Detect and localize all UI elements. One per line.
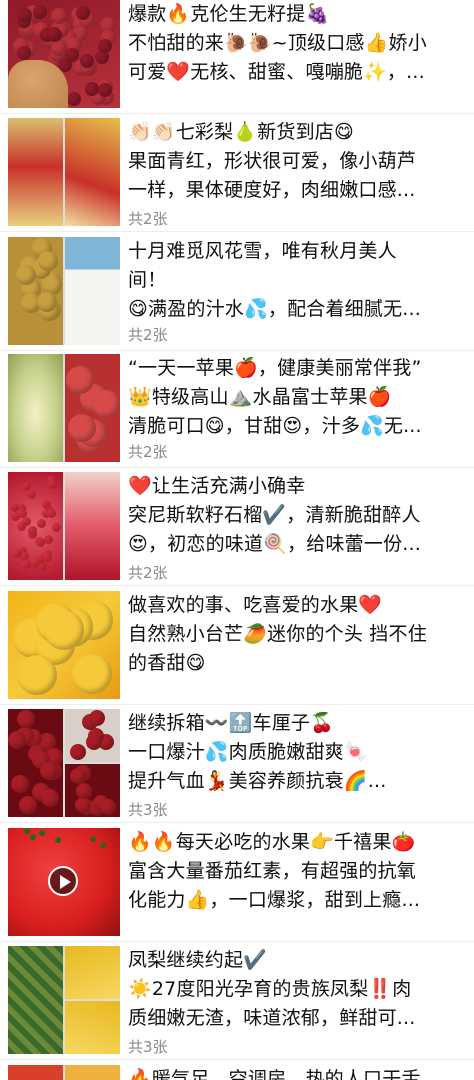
image-count-label: 共3张: [128, 1038, 168, 1056]
feed-post[interactable]: ❤️让生活充满小确幸突尼斯软籽石榴✔️，清新脆甜醉人 😍，初恋的味道🍭，给味蕾一份…: [0, 472, 474, 588]
image-count-label: 共2张: [128, 210, 168, 228]
post-text-line: 👑特级高山⛰️水晶富士苹果🍎: [128, 386, 392, 408]
moments-feed: 爆款🔥克伦生无籽提🍇 不怕甜的来🐌🐌~顶级口感👍娇小 可爱❤️无核、甜蜜、嘎嘣脆✨，…: [0, 0, 474, 1080]
post-text[interactable]: 做喜欢的事、吃喜爱的水果❤️ 自然熟小台芒🥭迷你的个头 挡不住 的香甜😋: [128, 591, 464, 678]
post-thumbnail[interactable]: [8, 1065, 120, 1080]
post-thumbnail[interactable]: [8, 828, 120, 936]
post-text-line: 爆款🔥克伦生无籽提🍇: [128, 3, 330, 25]
post-text-line: ❤️让生活充满小确幸: [128, 475, 306, 497]
post-text-line: 继续拆箱〰️🔝车厘子🍒: [128, 712, 334, 734]
post-text-line: 十月难觅风花雪，唯有秋月美人: [128, 240, 397, 262]
post-divider: [0, 704, 474, 705]
fruit-photo-2: [65, 1065, 120, 1080]
post-text-line: 🔥🔥每天必吃的水果👉千禧果🍅: [128, 831, 416, 853]
post-divider: [0, 585, 474, 586]
post-text-line: 化能力👍，一口爆浆，甜到上瘾...: [128, 889, 421, 911]
post-text-line: 间！: [128, 269, 167, 291]
pomegranate-photo: [65, 472, 120, 580]
pineapple-chunks-photo: [65, 1001, 120, 1054]
pineapple-field-photo: [8, 946, 63, 1054]
post-thumbnail[interactable]: [8, 472, 120, 580]
pear-photo-2: [65, 118, 120, 226]
post-text-line: 🔥暖气足，空调房，热的人口干舌: [128, 1068, 421, 1080]
cherry-photo-3: [65, 764, 120, 817]
post-text-line: 😋满盈的汁水💦，配合着细腻无...: [128, 298, 421, 320]
post-thumbnail[interactable]: [8, 0, 120, 108]
image-count-label: 共2张: [128, 326, 168, 344]
post-text-line: 做喜欢的事、吃喜爱的水果❤️: [128, 594, 383, 616]
post-text-line: 果面青红，形状很可爱，像小葫芦: [128, 150, 417, 172]
post-divider: [0, 231, 474, 232]
feed-post[interactable]: 爆款🔥克伦生无籽提🍇 不怕甜的来🐌🐌~顶级口感👍娇小 可爱❤️无核、甜蜜、嘎嘣脆✨，…: [0, 0, 474, 116]
post-text-line: 质细嫩无渣，味道浓郁，鲜甜可...: [128, 1007, 416, 1029]
feed-post[interactable]: 🔥🔥每天必吃的水果👉千禧果🍅 富含大量番茄红素，有超强的抗氧 化能力👍，一口爆浆，甜…: [0, 828, 474, 944]
post-divider: [0, 1059, 474, 1060]
post-thumbnail[interactable]: [8, 591, 120, 699]
post-text[interactable]: 凤梨继续约起✔️ ☀️27度阳光孕育的贵族凤梨‼️肉 质细嫩无渣，味道浓郁，鲜甜可.…: [128, 946, 464, 1033]
post-text-line: 的香甜😋: [128, 652, 206, 674]
cherry-photo-1: [8, 709, 63, 817]
post-text-line: 😍，初恋的味道🍭，给味蕾一份...: [128, 533, 421, 555]
pomegranate-seeds-photo: [8, 472, 63, 580]
post-thumbnail[interactable]: [8, 118, 120, 226]
post-text[interactable]: 爆款🔥克伦生无籽提🍇 不怕甜的来🐌🐌~顶级口感👍娇小 可爱❤️无核、甜蜜、嘎嘣脆✨，…: [128, 0, 464, 87]
pear-photo-1: [8, 118, 63, 226]
post-divider: [0, 350, 474, 351]
post-text[interactable]: 🔥🔥每天必吃的水果👉千禧果🍅 富含大量番茄红素，有超强的抗氧 化能力👍，一口爆浆，甜…: [128, 828, 464, 915]
post-text-line: 清脆可口😋，甘甜😍，汁多💦无...: [128, 415, 422, 437]
feed-post[interactable]: 👏🏻👏🏻七彩梨🍐新货到店😋 果面青红，形状很可爱，像小葫芦 一样，果体硬度好，肉细嫩…: [0, 118, 474, 234]
image-count-label: 共2张: [128, 443, 168, 461]
image-count-label: 共3张: [128, 801, 168, 819]
image-count-label: 共2张: [128, 564, 168, 582]
post-text[interactable]: 🔥暖气足，空调房，热的人口干舌: [128, 1065, 464, 1080]
post-thumbnail[interactable]: [8, 237, 120, 345]
grape-photo: [8, 0, 120, 108]
post-text[interactable]: 继续拆箱〰️🔝车厘子🍒 一口爆汁💦肉质脆嫩甜爽🍬 提升气血💃美容养颜抗衰🌈...: [128, 709, 464, 796]
cherry-photo-2: [65, 709, 120, 762]
play-icon[interactable]: [48, 866, 78, 896]
post-text[interactable]: 十月难觅风花雪，唯有秋月美人 间！ 😋满盈的汁水💦，配合着细腻无...: [128, 237, 464, 324]
post-text-line: 不怕甜的来🐌🐌~顶级口感👍娇小: [128, 32, 427, 54]
post-thumbnail[interactable]: [8, 354, 120, 462]
post-divider: [0, 467, 474, 468]
post-thumbnail[interactable]: [8, 709, 120, 817]
pineapple-slices-photo: [65, 946, 120, 999]
fruit-box-photo: [8, 237, 63, 345]
post-divider: [0, 822, 474, 823]
feed-post[interactable]: 继续拆箱〰️🔝车厘子🍒 一口爆汁💦肉质脆嫩甜爽🍬 提升气血💃美容养颜抗衰🌈... 共3…: [0, 709, 474, 825]
post-divider: [0, 113, 474, 114]
post-text-line: 自然熟小台芒🥭迷你的个头 挡不住: [128, 623, 427, 645]
post-text-line: 一样，果体硬度好，肉细嫩口感...: [128, 179, 416, 201]
post-text-line: 凤梨继续约起✔️: [128, 949, 268, 971]
post-text-line: “一天一苹果🍎，健康美丽常伴我”: [128, 357, 422, 379]
feed-post[interactable]: 十月难觅风花雪，唯有秋月美人 间！ 😋满盈的汁水💦，配合着细腻无... 共2张: [0, 237, 474, 353]
post-text-line: 可爱❤️无核、甜蜜、嘎嘣脆✨，...: [128, 61, 425, 83]
post-text[interactable]: ❤️让生活充满小确幸突尼斯软籽石榴✔️，清新脆甜醉人 😍，初恋的味道🍭，给味蕾一份…: [128, 472, 464, 559]
post-text-line: 👏🏻👏🏻七彩梨🍐新货到店😋: [128, 121, 354, 143]
fruit-flesh-photo: [65, 237, 120, 345]
post-text[interactable]: “一天一苹果🍎，健康美丽常伴我” 👑特级高山⛰️水晶富士苹果🍎 清脆可口😋，甘甜😍，…: [128, 354, 464, 441]
apple-photo: [65, 354, 120, 462]
fruit-photo-1: [8, 1065, 63, 1080]
feed-post[interactable]: 🔥暖气足，空调房，热的人口干舌: [0, 1065, 474, 1080]
post-text-line: 提升气血💃美容养颜抗衰🌈...: [128, 770, 387, 792]
post-text-line: 一口爆汁💦肉质脆嫩甜爽🍬: [128, 741, 368, 763]
feed-post[interactable]: “一天一苹果🍎，健康美丽常伴我” 👑特级高山⛰️水晶富士苹果🍎 清脆可口😋，甘甜😍，…: [0, 354, 474, 470]
feed-post[interactable]: 凤梨继续约起✔️ ☀️27度阳光孕育的贵族凤梨‼️肉 质细嫩无渣，味道浓郁，鲜甜可.…: [0, 946, 474, 1062]
post-thumbnail[interactable]: [8, 946, 120, 1054]
post-text-line: 富含大量番茄红素，有超强的抗氧: [128, 860, 417, 882]
post-text-line: 突尼斯软籽石榴✔️，清新脆甜醉人: [128, 504, 421, 526]
mango-photo: [8, 591, 120, 699]
post-text[interactable]: 👏🏻👏🏻七彩梨🍐新货到店😋 果面青红，形状很可爱，像小葫芦 一样，果体硬度好，肉细嫩…: [128, 118, 464, 205]
post-text-line: ☀️27度阳光孕育的贵族凤梨‼️肉: [128, 978, 412, 1000]
post-divider: [0, 941, 474, 942]
feed-post[interactable]: 做喜欢的事、吃喜爱的水果❤️ 自然熟小台芒🥭迷你的个头 挡不住 的香甜😋: [0, 591, 474, 707]
apple-cut-photo: [8, 354, 63, 462]
